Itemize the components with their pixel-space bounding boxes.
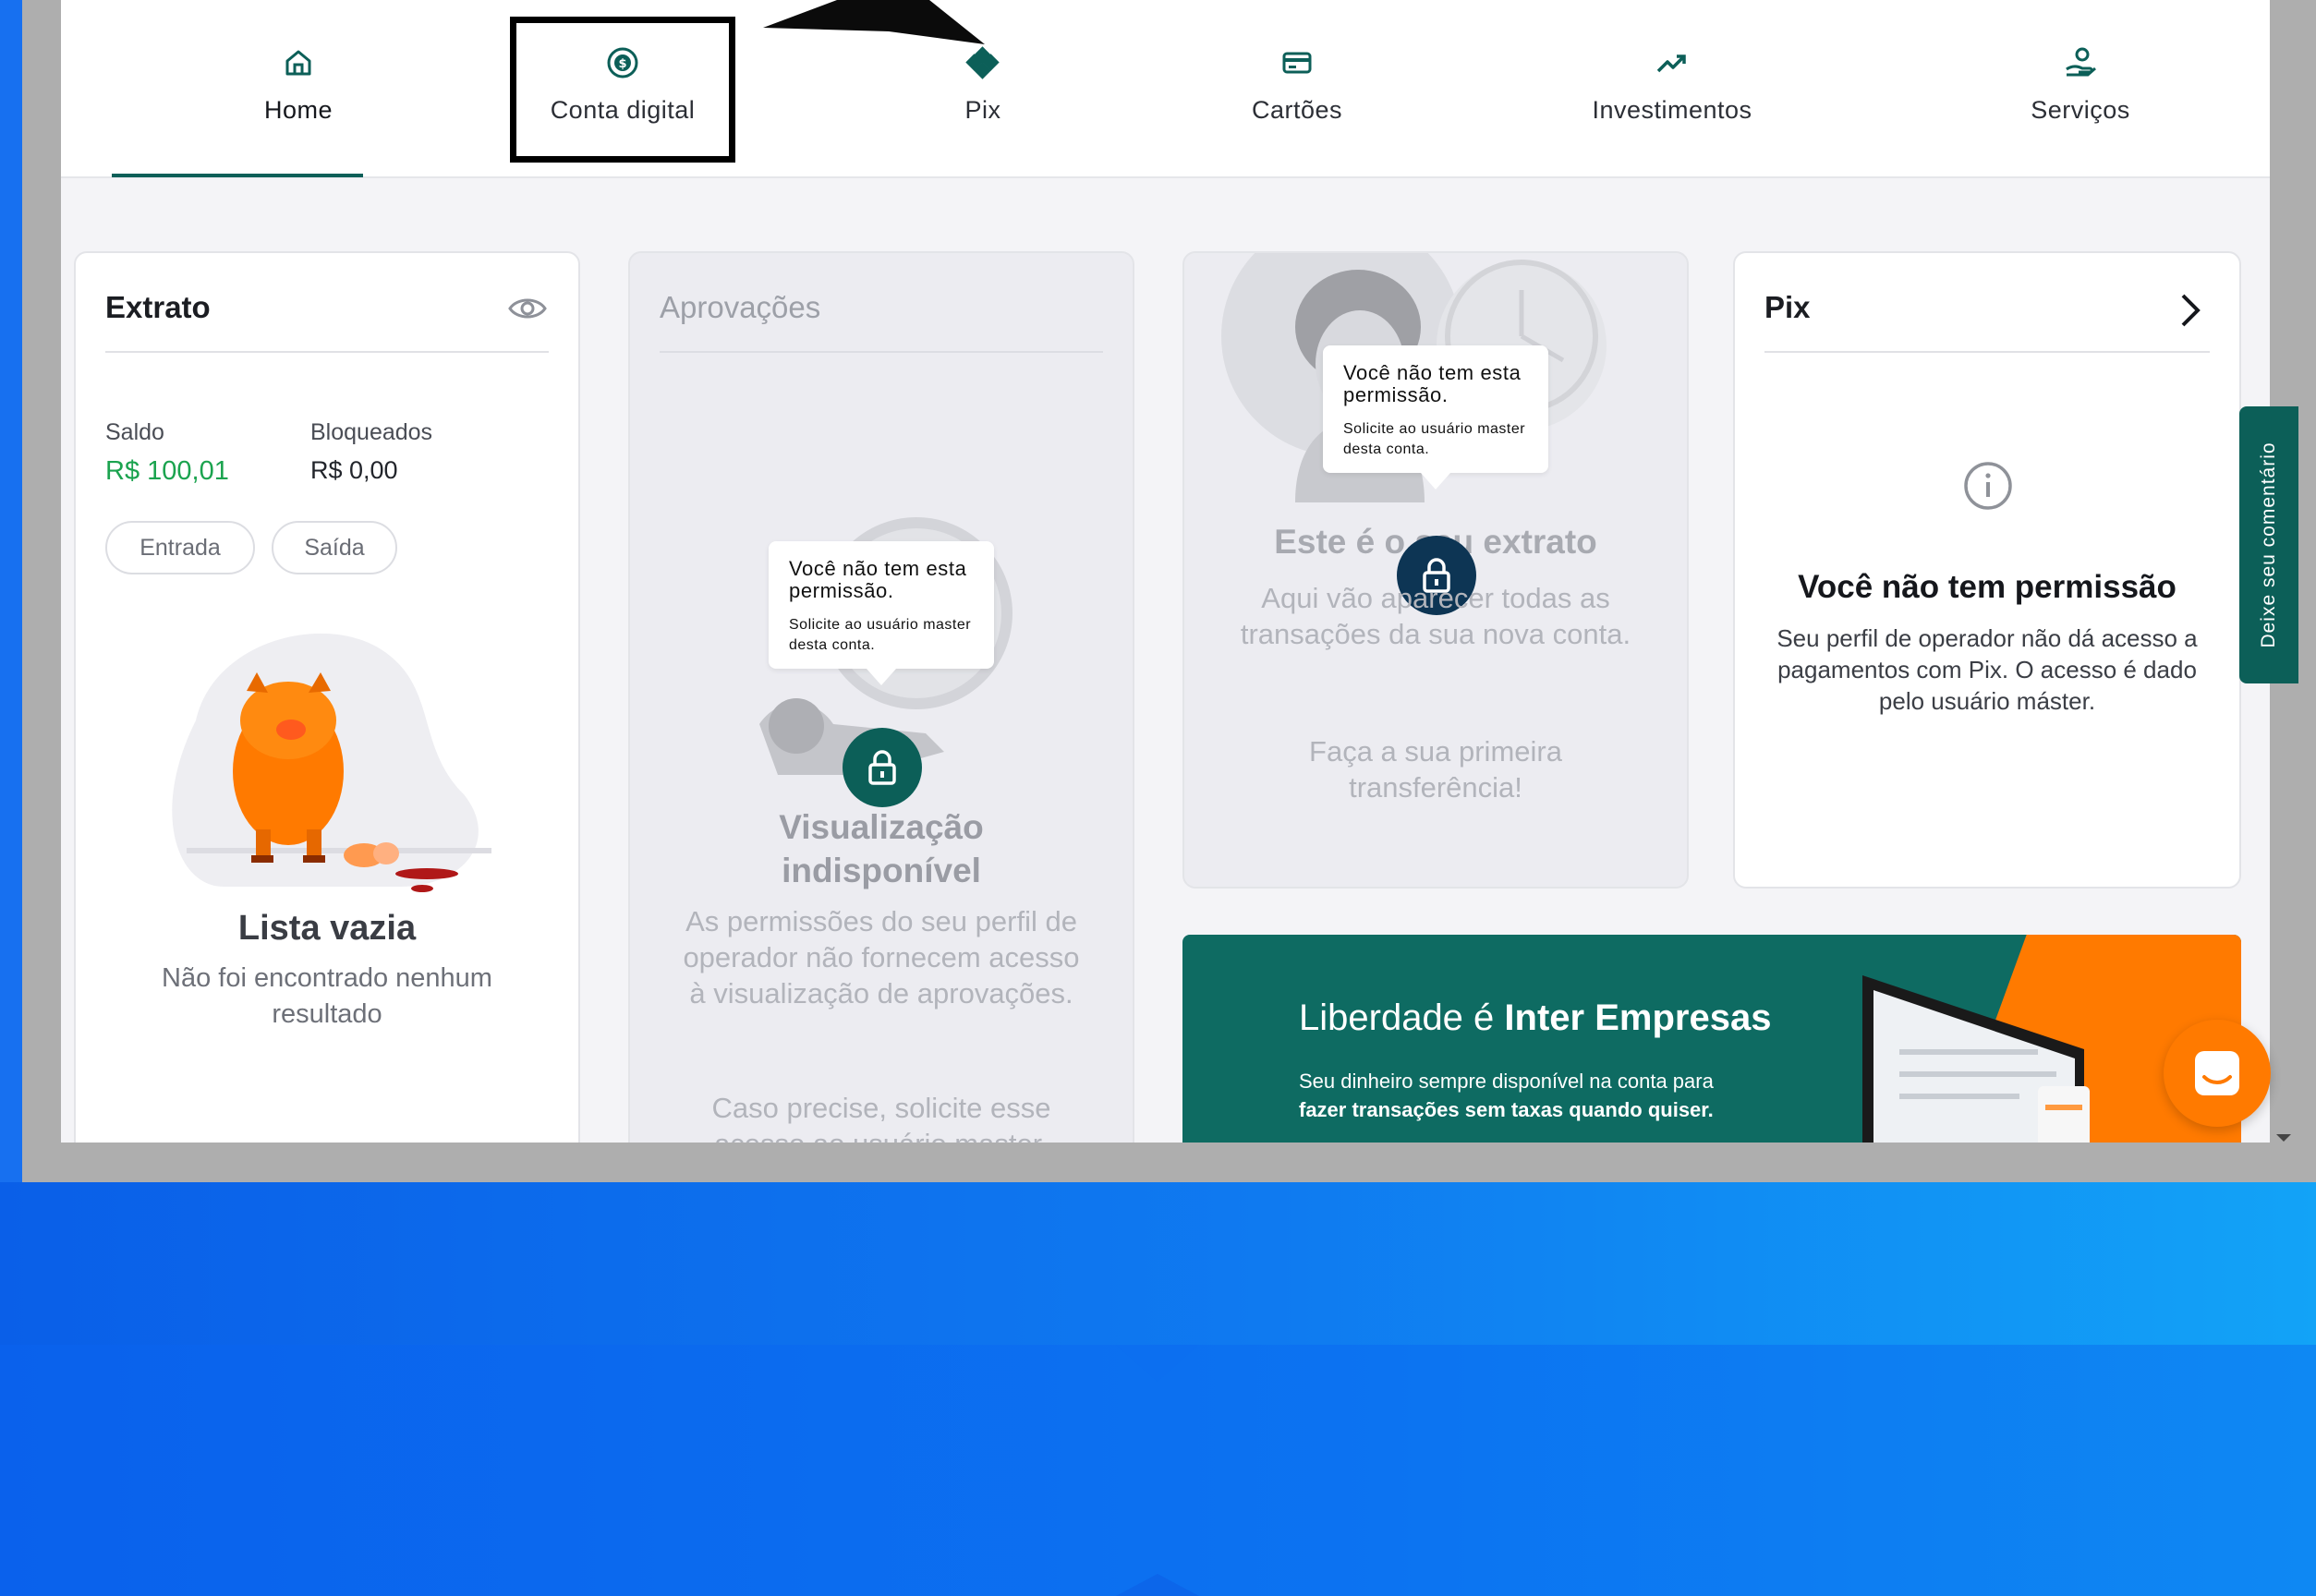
nav-conta-digital[interactable]: $ Conta digital (515, 0, 730, 178)
chat-icon (2195, 1051, 2239, 1095)
aprovacoes-text-1: As permissões do seu perfil de operador … (683, 905, 1080, 1010)
extrato-text-2: Faça a sua primeira transferência! (1309, 735, 1562, 804)
pix-no-permission-title: Você não tem permissão (1798, 569, 2177, 605)
banner-title: Liberdade é Inter Empresas (1299, 998, 1771, 1039)
laptop-illustration (1862, 975, 2090, 1143)
banner-sub-bold: fazer transações sem taxas quando quiser… (1299, 1098, 1714, 1121)
tooltip-title: Você não tem esta permissão. (789, 557, 967, 602)
desktop-band (0, 1345, 2316, 1596)
annotation-arrow (763, 0, 985, 44)
pix-divider (1764, 351, 2210, 353)
card-icon (1282, 52, 1312, 74)
extrato-title: Extrato (105, 290, 211, 324)
scroll-down-arrow[interactable] (2276, 1134, 2291, 1142)
pix-no-permission-text: Seu perfil de operador não dá acesso a p… (1776, 624, 2198, 715)
aprovacoes-divider (660, 351, 1103, 353)
nav-home[interactable]: Home (169, 0, 428, 178)
chat-launcher-button[interactable] (2164, 1020, 2271, 1127)
eye-icon[interactable] (508, 294, 547, 323)
aprovacoes-title: Aprovações (660, 290, 821, 324)
promo-banner[interactable]: Liberdade é Inter Empresas Seu dinheiro … (1182, 935, 2241, 1143)
aprovacoes-text-2: Caso precise, solicite esse acesso ao us… (711, 1092, 1051, 1143)
active-tab-indicator (112, 174, 363, 177)
chevron-right-icon[interactable] (2178, 292, 2202, 329)
trend-up-icon (1656, 54, 1686, 73)
aprovacoes-card: Aprovações Você não tem esta permissão. … (628, 251, 1134, 1143)
nav-conta-digital-label: Conta digital (550, 96, 696, 124)
nav-investimentos[interactable]: Investimentos (1524, 0, 1820, 178)
tooltip-subtitle: Solicite ao usuário master desta conta. (789, 617, 972, 653)
extrato-card: Extrato Saldo R$ 100,01 Bloqueados R$ 0,… (74, 251, 580, 1143)
desktop-notch (1116, 1345, 1199, 1382)
saldo-value: R$ 100,01 (105, 456, 229, 486)
dollar-circle-icon: $ (607, 47, 638, 79)
aprovacoes-headline: Visualização indisponível (779, 808, 984, 889)
desktop-notch-bottom (1116, 1574, 1199, 1596)
pix-card: Pix Você não tem permissão Seu perfil de… (1733, 251, 2241, 889)
nav-investimentos-label: Investimentos (1592, 96, 1752, 124)
tooltip-title: Você não tem esta permissão. (1343, 361, 1522, 406)
entrada-filter-chip[interactable]: Entrada (105, 521, 255, 574)
aprovacoes-permission-tooltip: Você não tem esta permissão. Solicite ao… (769, 541, 994, 669)
home-icon (285, 50, 311, 76)
extrato-divider (105, 351, 549, 353)
aprovacoes-lock-badge (843, 728, 922, 807)
empty-list-subtitle: Não foi encontrado nenhum resultado (162, 963, 492, 1029)
top-navigation: Home $ Conta digital Pix Cartões Investi… (61, 0, 2270, 178)
banner-subtitle: Seu dinheiro sempre disponível na conta … (1299, 1067, 1714, 1124)
nav-servicos-label: Serviços (2031, 96, 2130, 124)
empty-list-title: Lista vazia (237, 909, 417, 948)
nav-servicos[interactable]: Serviços (1951, 0, 2210, 178)
svg-text:$: $ (618, 57, 626, 71)
banner-title-bold: Inter Empresas (1504, 998, 1772, 1038)
extrato-permission-tooltip: Você não tem esta permissão. Solicite ao… (1323, 345, 1548, 473)
saldo-label: Saldo (105, 419, 164, 445)
banner-title-light: Liberdade é (1299, 998, 1495, 1038)
nav-pix-label: Pix (964, 96, 1001, 124)
feedback-tab[interactable]: Deixe seu comentário (2239, 406, 2298, 683)
extrato-text-1: Aqui vão aparecer todas as transações da… (1240, 582, 1631, 650)
info-icon (1964, 462, 2012, 510)
bloqueados-label: Bloqueados (310, 419, 433, 445)
app-window: Home $ Conta digital Pix Cartões Investi… (61, 0, 2270, 1143)
nav-cartoes-label: Cartões (1251, 96, 1343, 124)
feedback-label: Deixe seu comentário (2258, 441, 2279, 648)
pix-title: Pix (1764, 290, 1811, 324)
nav-home-label: Home (263, 96, 333, 124)
banner-sub-light: Seu dinheiro sempre disponível na conta … (1299, 1070, 1714, 1093)
seu-extrato-card: Você não tem esta permissão. Solicite ao… (1182, 251, 1689, 889)
bloqueados-value: R$ 0,00 (310, 456, 398, 484)
nav-cartoes[interactable]: Cartões (1186, 0, 1408, 178)
tooltip-subtitle: Solicite ao usuário master desta conta. (1343, 421, 1526, 457)
hand-service-icon (2066, 47, 2096, 77)
lock-icon (868, 750, 896, 785)
desktop-edge (0, 0, 22, 1182)
empty-list-pig-illustration (172, 633, 491, 892)
saida-filter-chip[interactable]: Saída (272, 521, 397, 574)
